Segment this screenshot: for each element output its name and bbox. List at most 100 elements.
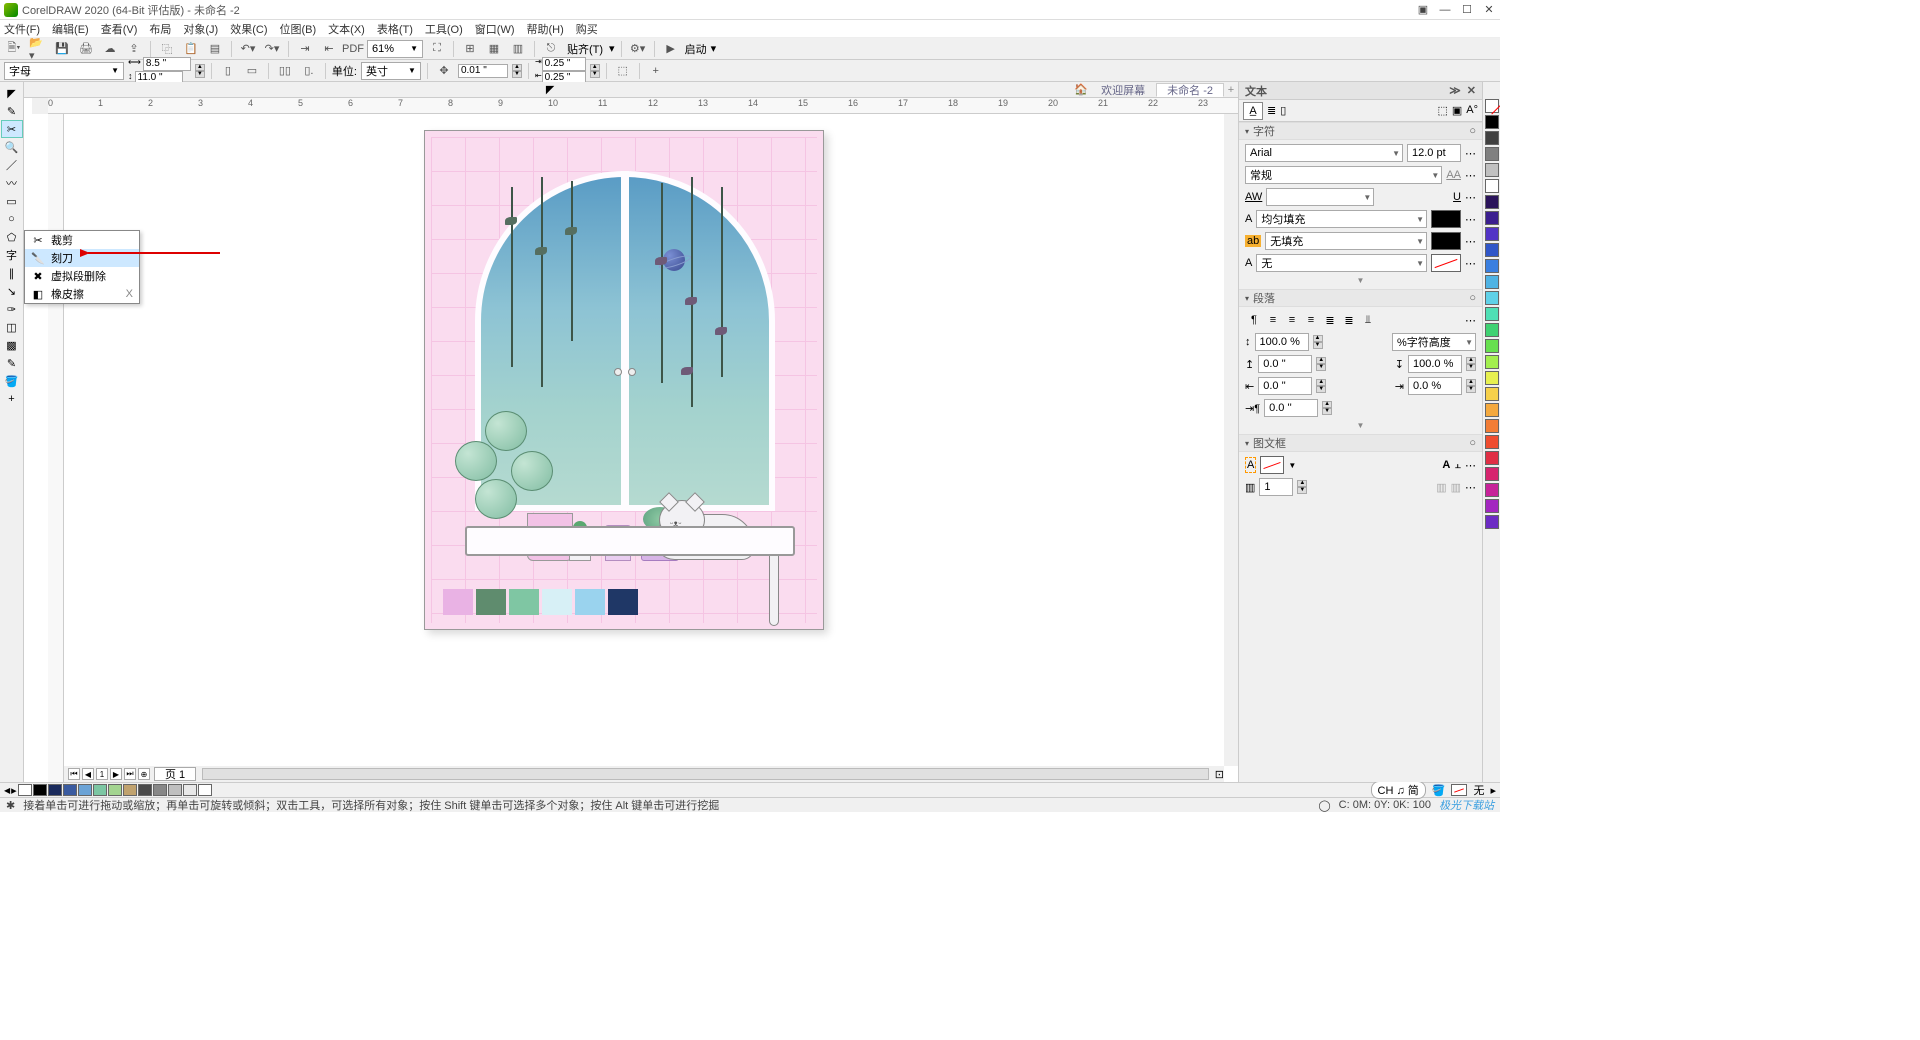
options-button[interactable]: ⚙▾ bbox=[628, 40, 648, 58]
treat-as-filled-button[interactable]: ⬚ bbox=[613, 62, 633, 80]
paste-button[interactable]: 📋 bbox=[181, 40, 201, 58]
maximize-button[interactable]: ☐ bbox=[1460, 3, 1474, 17]
char-tab-icon[interactable]: A̲ bbox=[1243, 102, 1263, 120]
snap-label[interactable]: 贴齐(T) bbox=[567, 41, 603, 57]
hscrollbar[interactable] bbox=[202, 768, 1209, 780]
snap-icon[interactable]: ⎋ bbox=[541, 40, 561, 58]
launch-icon[interactable]: ▶ bbox=[661, 40, 681, 58]
palette-swatch[interactable] bbox=[1485, 451, 1499, 465]
transparency-tool[interactable]: ▩ bbox=[1, 336, 23, 354]
last-page-button[interactable]: ⏭ bbox=[124, 768, 136, 780]
landscape-button[interactable]: ▭ bbox=[242, 62, 262, 80]
shadow-tool[interactable]: ◫ bbox=[1, 318, 23, 336]
parallel-tool[interactable]: ∥ bbox=[1, 264, 23, 282]
palette-swatch[interactable] bbox=[1485, 147, 1499, 161]
menu-table[interactable]: 表格(T) bbox=[377, 21, 413, 37]
palette-swatch[interactable] bbox=[78, 784, 92, 796]
clipboard-button[interactable]: ▤ bbox=[205, 40, 225, 58]
kern-opts-icon[interactable]: ⋯ bbox=[1465, 191, 1476, 204]
palette-swatch[interactable] bbox=[153, 784, 167, 796]
freehand-tool[interactable]: ／ bbox=[1, 156, 23, 174]
export-button[interactable]: ⇪ bbox=[124, 40, 144, 58]
linespacing-input[interactable]: 100.0 % bbox=[1255, 333, 1309, 351]
palette-swatch[interactable] bbox=[1485, 355, 1499, 369]
menu-layout[interactable]: 布局 bbox=[149, 21, 171, 37]
units-combo[interactable]: 英寸▼ bbox=[361, 62, 421, 80]
palette-swatch[interactable] bbox=[1485, 291, 1499, 305]
section-character[interactable]: ▾字符○ bbox=[1239, 122, 1482, 140]
palette-swatch[interactable] bbox=[18, 784, 32, 796]
palette-swatch[interactable] bbox=[1485, 387, 1499, 401]
page-tab[interactable]: 页 1 bbox=[154, 767, 196, 781]
before-input[interactable]: 0.0 '' bbox=[1258, 355, 1312, 373]
portrait-button[interactable]: ▯ bbox=[218, 62, 238, 80]
palette-swatch[interactable] bbox=[1485, 371, 1499, 385]
dupx-input[interactable] bbox=[542, 57, 586, 71]
spin-up[interactable]: ▲ bbox=[195, 64, 205, 71]
fullscreen-button[interactable]: ⛶ bbox=[427, 40, 447, 58]
artistic-tool[interactable]: 〰 bbox=[1, 174, 23, 192]
underline-icon[interactable]: U bbox=[1453, 191, 1461, 203]
fontsize-opts-icon[interactable]: ⋯ bbox=[1465, 147, 1476, 160]
docker-close-icon[interactable]: ✕ bbox=[1467, 84, 1476, 97]
fill-opts-icon[interactable]: ⋯ bbox=[1465, 213, 1476, 226]
canvas-area[interactable]: ◤ 🏠 欢迎屏幕 未命名 -2 + 0123456789101112131415… bbox=[24, 82, 1238, 782]
prev-page-button[interactable]: ◀ bbox=[82, 768, 94, 780]
menu-edit[interactable]: 编辑(E) bbox=[52, 21, 89, 37]
guides-button[interactable]: ▥ bbox=[508, 40, 528, 58]
add-tab-button[interactable]: + bbox=[1224, 83, 1238, 97]
align-right-icon[interactable]: ≡ bbox=[1302, 311, 1320, 329]
pick-tool[interactable]: ◤ bbox=[1, 84, 23, 102]
leftindent-input[interactable]: 0.0 '' bbox=[1258, 377, 1312, 395]
firstline-input[interactable]: 0.0 '' bbox=[1264, 399, 1318, 417]
menu-window[interactable]: 窗口(W) bbox=[475, 21, 515, 37]
palette-menu-icon[interactable]: ▸ bbox=[11, 784, 17, 797]
save-button[interactable]: 💾 bbox=[52, 40, 72, 58]
zoom-tool[interactable]: 🔍 bbox=[1, 138, 23, 156]
tab-welcome[interactable]: 欢迎屏幕 bbox=[1090, 83, 1156, 97]
menu-file[interactable]: 文件(F) bbox=[4, 21, 40, 37]
more-toggle[interactable]: ▼ bbox=[1245, 276, 1476, 285]
fontweight-combo[interactable]: 常规▼ bbox=[1245, 166, 1442, 184]
palette-swatch[interactable] bbox=[1485, 131, 1499, 145]
section-frame[interactable]: ▾图文框○ bbox=[1239, 434, 1482, 452]
tab-document[interactable]: 未命名 -2 bbox=[1156, 83, 1224, 97]
undo-button[interactable]: ↶▾ bbox=[238, 40, 258, 58]
fill-tool[interactable]: 🪣 bbox=[1, 372, 23, 390]
print-button[interactable]: 🖨 bbox=[76, 40, 96, 58]
columns-input[interactable]: 1 bbox=[1259, 478, 1293, 496]
cloud-button[interactable]: ☁ bbox=[100, 40, 120, 58]
palette-swatch[interactable] bbox=[48, 784, 62, 796]
allpages-button[interactable]: ▯▯ bbox=[275, 62, 295, 80]
options3-icon[interactable]: A° bbox=[1466, 104, 1478, 117]
cols-opts-icon[interactable]: ⋯ bbox=[1465, 481, 1476, 494]
menu-tools[interactable]: 工具(O) bbox=[425, 21, 463, 37]
frame-opts-icon[interactable]: ⋯ bbox=[1465, 459, 1476, 472]
rulers-button[interactable]: ⊞ bbox=[460, 40, 480, 58]
pdf-button[interactable]: PDF bbox=[343, 40, 363, 58]
page-width-input[interactable] bbox=[143, 57, 191, 71]
palette-swatch[interactable] bbox=[63, 784, 77, 796]
charheight-combo[interactable]: %字符高度▼ bbox=[1392, 333, 1476, 351]
flyout-crop[interactable]: ✂ 裁剪 bbox=[25, 231, 139, 249]
frame-tab-icon[interactable]: ▯ bbox=[1280, 104, 1286, 117]
flyout-virtual-delete[interactable]: ✖ 虚拟段删除 bbox=[25, 267, 139, 285]
palette-swatch[interactable] bbox=[1485, 403, 1499, 417]
palette-swatch[interactable] bbox=[1485, 227, 1499, 241]
menu-help[interactable]: 帮助(H) bbox=[527, 21, 564, 37]
connector-tool[interactable]: ↘ bbox=[1, 282, 23, 300]
palette-swatch[interactable] bbox=[1485, 115, 1499, 129]
para-opts-icon[interactable]: ⋯ bbox=[1465, 314, 1476, 327]
add-preset-button[interactable]: + bbox=[646, 62, 666, 80]
para-tab-icon[interactable]: ≣ bbox=[1267, 104, 1276, 117]
palette-opts-icon[interactable]: ▸ bbox=[1490, 784, 1496, 797]
bg-color-well[interactable] bbox=[1431, 232, 1461, 250]
outline-opts-icon[interactable]: ⋯ bbox=[1465, 257, 1476, 270]
font-combo[interactable]: Arial▼ bbox=[1245, 144, 1403, 162]
kern-input[interactable]: ▼ bbox=[1266, 188, 1374, 206]
palette-swatch[interactable] bbox=[1485, 435, 1499, 449]
fill-color-well[interactable] bbox=[1431, 210, 1461, 228]
new-button[interactable]: 🗎▾ bbox=[4, 40, 24, 58]
text-tool[interactable]: 字 bbox=[1, 246, 23, 264]
palette-swatch[interactable] bbox=[33, 784, 47, 796]
